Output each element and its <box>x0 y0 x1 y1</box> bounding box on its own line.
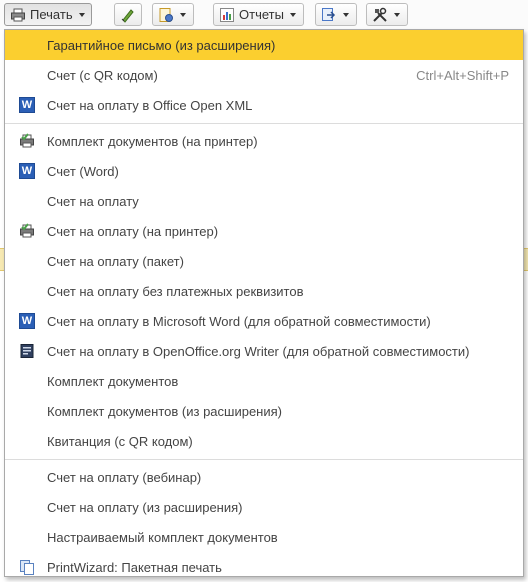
tools-icon <box>372 7 388 23</box>
menu-item-invoice[interactable]: Счет на оплату <box>5 186 523 216</box>
tools-button[interactable] <box>366 3 408 26</box>
menu-item-guarantee-letter[interactable]: Гарантийное письмо (из расширения) <box>5 30 523 60</box>
menu-item-printwizard-batch[interactable]: PrintWizard: Пакетная печать <box>5 552 523 582</box>
writer-icon <box>19 343 35 359</box>
printer-icon <box>10 7 26 23</box>
menu-item-invoice-word[interactable]: W Счет (Word) <box>5 156 523 186</box>
menu-item-invoice-package[interactable]: Счет на оплату (пакет) <box>5 246 523 276</box>
menu-item-invoice-qr[interactable]: Счет (с QR кодом) Ctrl+Alt+Shift+P <box>5 60 523 90</box>
chevron-down-icon <box>78 12 85 17</box>
edit-button[interactable] <box>114 3 142 26</box>
create-based-on-icon <box>321 7 337 23</box>
menu-item-invoice-openoffice[interactable]: Счет на оплату в OpenOffice.org Writer (… <box>5 336 523 366</box>
printer-icon <box>19 133 35 149</box>
report-chart-icon <box>219 7 235 23</box>
chevron-down-icon <box>343 12 349 17</box>
pencil-check-icon <box>120 7 136 23</box>
menu-item-receipt-qr[interactable]: Квитанция (с QR кодом) <box>5 426 523 456</box>
word-icon: W <box>19 313 35 329</box>
menu-item-invoice-office-open-xml[interactable]: W Счет на оплату в Office Open XML <box>5 90 523 120</box>
chevron-down-icon <box>394 12 400 17</box>
chevron-down-icon <box>180 12 186 17</box>
reports-button[interactable]: Отчеты <box>213 3 304 26</box>
menu-item-document-set-printer[interactable]: Комплект документов (на принтер) <box>5 126 523 156</box>
chevron-down-icon <box>289 12 296 17</box>
print-button[interactable]: Печать <box>4 3 92 26</box>
print-button-label: Печать <box>30 7 73 22</box>
menu-item-document-set[interactable]: Комплект документов <box>5 366 523 396</box>
menu-separator <box>5 123 523 124</box>
word-icon: W <box>19 163 35 179</box>
shortcut-text: Ctrl+Alt+Shift+P <box>416 68 509 83</box>
menu-item-invoice-no-requisites[interactable]: Счет на оплату без платежных реквизитов <box>5 276 523 306</box>
documents-icon <box>19 559 35 575</box>
menu-item-invoice-extension[interactable]: Счет на оплату (из расширения) <box>5 492 523 522</box>
printer-icon <box>19 223 35 239</box>
word-icon: W <box>19 97 35 113</box>
menu-item-invoice-printer[interactable]: Счет на оплату (на принтер) <box>5 216 523 246</box>
menu-item-invoice-webinar[interactable]: Счет на оплату (вебинар) <box>5 462 523 492</box>
menu-item-custom-document-set[interactable]: Настраиваемый комплект документов <box>5 522 523 552</box>
document-settings-button[interactable] <box>152 3 194 26</box>
toolbar: Печать Отчеты <box>0 0 528 30</box>
menu-item-invoice-ms-word[interactable]: W Счет на оплату в Microsoft Word (для о… <box>5 306 523 336</box>
reports-button-label: Отчеты <box>239 7 284 22</box>
create-based-on-button[interactable] <box>315 3 357 26</box>
document-gear-icon <box>158 7 174 23</box>
print-dropdown-menu: Гарантийное письмо (из расширения) Счет … <box>4 29 524 577</box>
menu-item-document-set-extension[interactable]: Комплект документов (из расширения) <box>5 396 523 426</box>
menu-separator <box>5 459 523 460</box>
